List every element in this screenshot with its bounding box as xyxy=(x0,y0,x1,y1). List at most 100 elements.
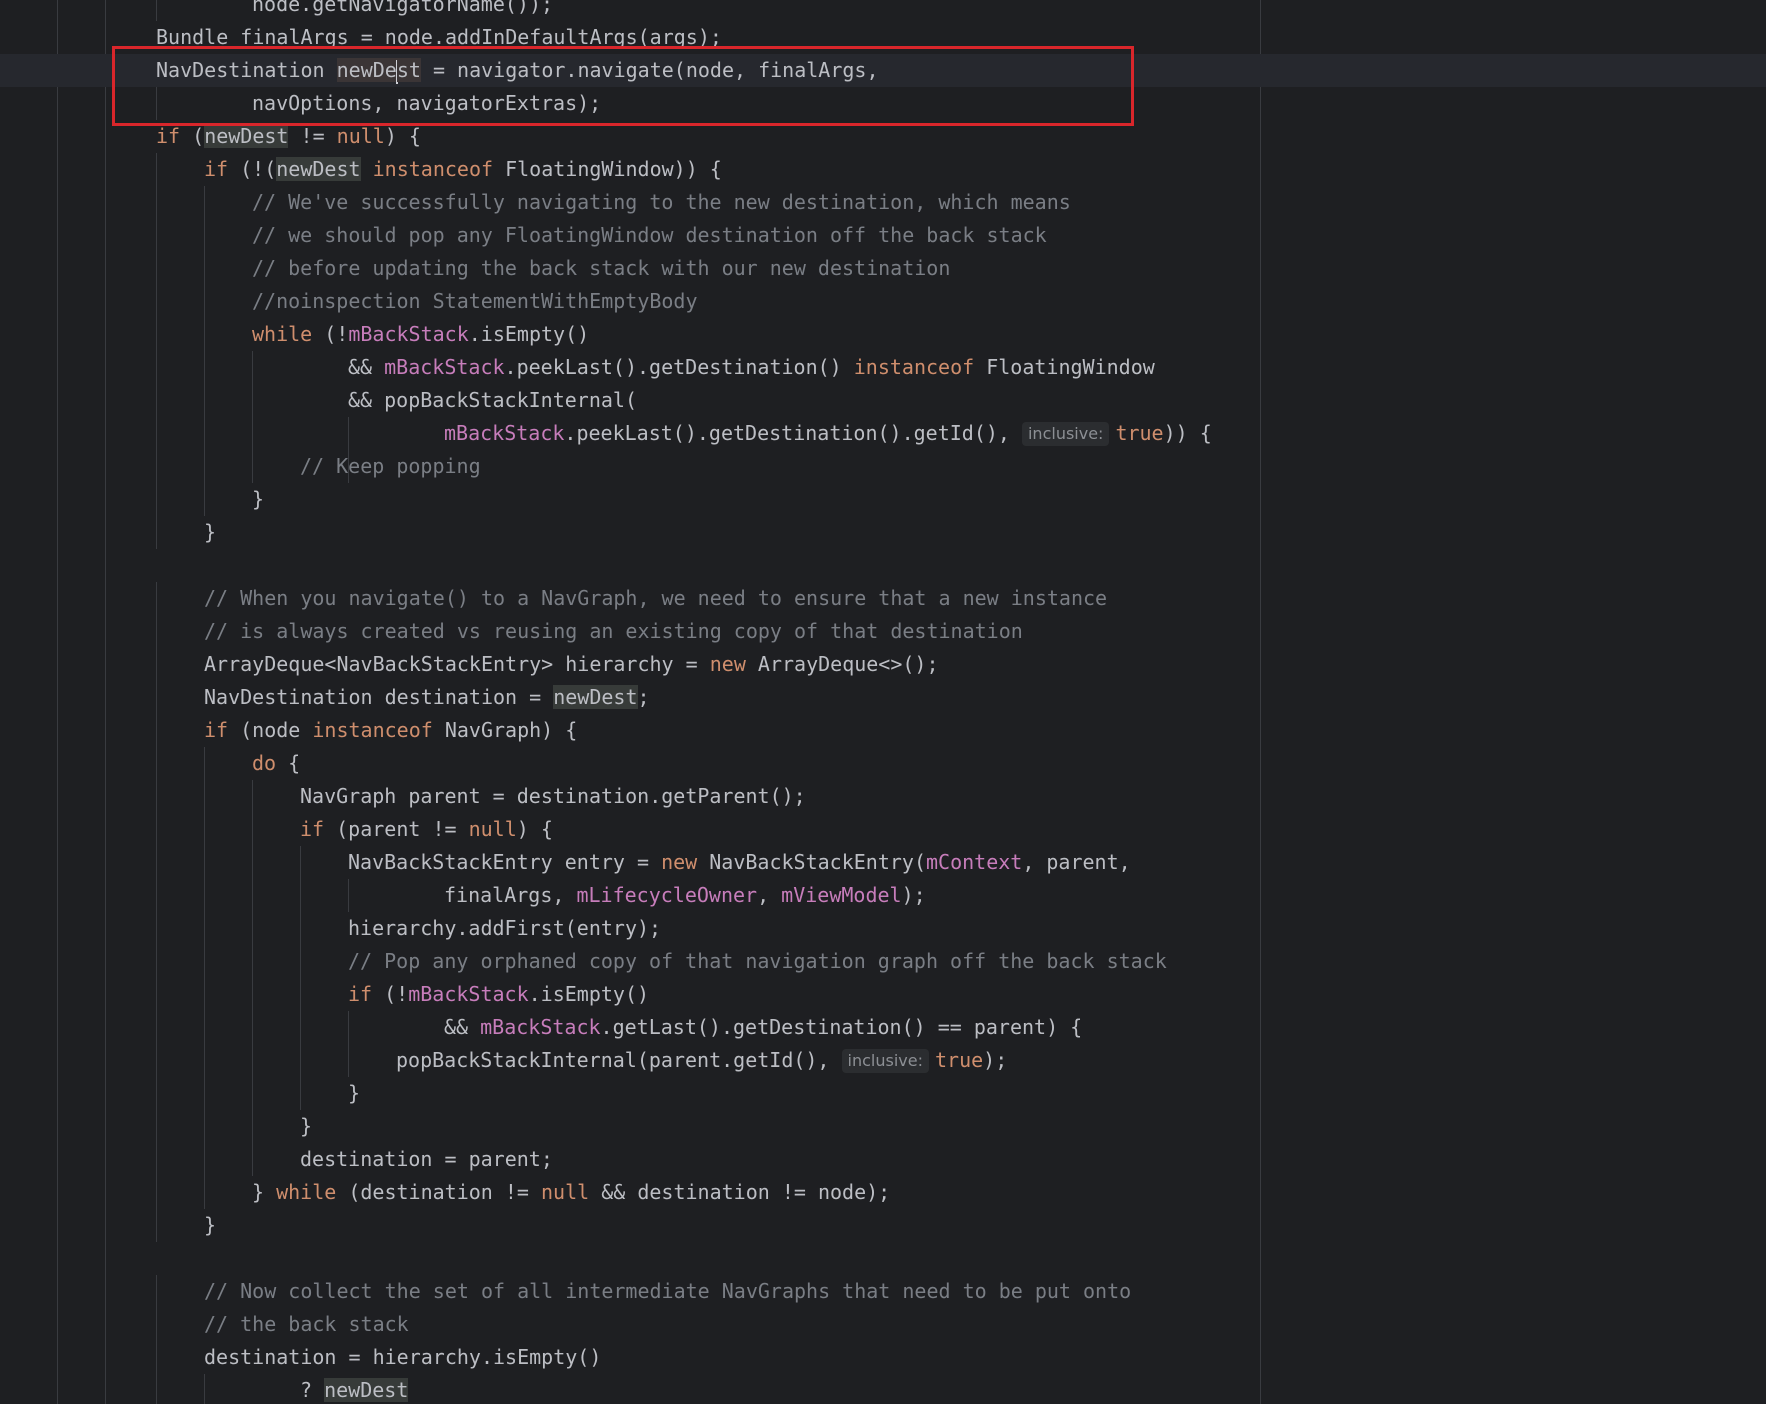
code-line[interactable]: } xyxy=(0,1077,1766,1110)
code-line[interactable]: // When you navigate() to a NavGraph, we… xyxy=(0,582,1766,615)
code-token: destination = parent; xyxy=(300,1147,553,1171)
code-line[interactable]: // Now collect the set of all intermedia… xyxy=(0,1275,1766,1308)
indent-guide xyxy=(252,780,253,813)
keyword-token: new xyxy=(709,652,746,676)
indent-guide xyxy=(204,351,205,384)
indent-guide xyxy=(252,813,253,846)
code-line[interactable]: // we should pop any FloatingWindow dest… xyxy=(0,219,1766,252)
indent-guide xyxy=(252,384,253,417)
code-line[interactable]: } xyxy=(0,516,1766,549)
indent-guide xyxy=(348,1011,349,1044)
code-token: .isEmpty() xyxy=(528,982,650,1006)
code-line[interactable]: } xyxy=(0,1209,1766,1242)
field-token: mLifecycleOwner xyxy=(576,883,758,907)
code-line[interactable] xyxy=(0,549,1766,582)
code-token: } xyxy=(300,1114,313,1138)
indent-guide xyxy=(156,1044,157,1077)
code-line[interactable]: // Keep popping xyxy=(0,450,1766,483)
indent-guide xyxy=(156,1341,157,1374)
code-line[interactable]: && popBackStackInternal( xyxy=(0,384,1766,417)
code-editor[interactable]: node.getNavigatorName()); Bundle finalArg… xyxy=(0,0,1766,1404)
indent-guide xyxy=(204,219,205,252)
code-text: if (newDest != null) { xyxy=(156,120,421,153)
code-line[interactable]: && mBackStack.peekLast().getDestination(… xyxy=(0,351,1766,384)
code-line[interactable]: hierarchy.addFirst(entry); xyxy=(0,912,1766,945)
indent-guide xyxy=(300,1011,301,1044)
code-text: do { xyxy=(252,747,300,780)
code-token: FloatingWindow xyxy=(974,355,1155,379)
comment-token: // we should pop any FloatingWindow dest… xyxy=(252,223,1047,247)
code-text: if (parent != null) { xyxy=(300,813,553,846)
indent-guide xyxy=(348,879,349,912)
code-line[interactable]: // We've successfully navigating to the … xyxy=(0,186,1766,219)
code-line[interactable]: // the back stack xyxy=(0,1308,1766,1341)
code-line[interactable]: NavGraph parent = destination.getParent(… xyxy=(0,780,1766,813)
code-text: destination = hierarchy.isEmpty() xyxy=(204,1341,601,1374)
code-line[interactable]: do { xyxy=(0,747,1766,780)
code-line[interactable]: NavDestination destination = newDest; xyxy=(0,681,1766,714)
code-line[interactable]: // Pop any orphaned copy of that navigat… xyxy=(0,945,1766,978)
indent-guide xyxy=(156,1011,157,1044)
code-token: )) { xyxy=(1163,421,1212,445)
code-line[interactable]: Bundle finalArgs = node.addInDefaultArgs… xyxy=(0,21,1766,54)
code-line[interactable]: node.getNavigatorName()); xyxy=(0,0,1766,21)
code-line[interactable]: } xyxy=(0,483,1766,516)
code-line[interactable]: navOptions, navigatorExtras); xyxy=(0,87,1766,120)
indent-guide xyxy=(252,1011,253,1044)
code-text: while (!mBackStack.isEmpty() xyxy=(252,318,589,351)
highlighted-usage-token: newDest xyxy=(553,685,638,709)
code-line[interactable]: NavBackStackEntry entry = new NavBackSta… xyxy=(0,846,1766,879)
code-text: } xyxy=(204,1209,216,1242)
code-line[interactable]: finalArgs, mLifecycleOwner, mViewModel); xyxy=(0,879,1766,912)
indent-guide xyxy=(252,1077,253,1110)
code-line[interactable]: } while (destination != null && destinat… xyxy=(0,1176,1766,1209)
code-token: (! xyxy=(312,322,349,346)
indent-guide xyxy=(204,780,205,813)
code-line[interactable]: while (!mBackStack.isEmpty() xyxy=(0,318,1766,351)
code-line[interactable]: popBackStackInternal(parent.getId(), inc… xyxy=(0,1044,1766,1077)
indent-guide xyxy=(204,846,205,879)
indent-guide xyxy=(252,978,253,1011)
code-line[interactable]: destination = parent; xyxy=(0,1143,1766,1176)
code-line[interactable]: if (!(newDest instanceof FloatingWindow)… xyxy=(0,153,1766,186)
code-token: } xyxy=(252,1180,277,1204)
code-token: , parent, xyxy=(1022,850,1131,874)
highlighted-usage-token: newDest xyxy=(204,124,289,148)
code-line[interactable]: if (node instanceof NavGraph) { xyxy=(0,714,1766,747)
code-text: // Now collect the set of all intermedia… xyxy=(204,1275,1131,1308)
code-text: finalArgs, mLifecycleOwner, mViewModel); xyxy=(444,879,926,912)
code-line[interactable]: destination = hierarchy.isEmpty() xyxy=(0,1341,1766,1374)
code-line[interactable]: if (newDest != null) { xyxy=(0,120,1766,153)
indent-guide xyxy=(156,1308,157,1341)
code-line[interactable]: ArrayDeque<NavBackStackEntry> hierarchy … xyxy=(0,648,1766,681)
code-line[interactable]: // before updating the back stack with o… xyxy=(0,252,1766,285)
indent-guide xyxy=(204,417,205,450)
keyword-token: null xyxy=(336,124,385,148)
indent-guide xyxy=(156,780,157,813)
code-text: // is always created vs reusing an exist… xyxy=(204,615,1023,648)
code-text: //noinspection StatementWithEmptyBody xyxy=(252,285,698,318)
code-line[interactable]: // is always created vs reusing an exist… xyxy=(0,615,1766,648)
code-line-current[interactable]: NavDestination newDest = navigator.navig… xyxy=(0,54,1766,87)
code-line[interactable]: if (parent != null) { xyxy=(0,813,1766,846)
code-line[interactable]: && mBackStack.getLast().getDestination()… xyxy=(0,1011,1766,1044)
code-token: NavBackStackEntry entry = xyxy=(348,850,662,874)
code-line[interactable]: ? newDest xyxy=(0,1374,1766,1404)
code-line[interactable]: //noinspection StatementWithEmptyBody xyxy=(0,285,1766,318)
code-text: NavDestination destination = newDest; xyxy=(204,681,650,714)
indent-guide xyxy=(252,1110,253,1143)
code-line[interactable]: if (!mBackStack.isEmpty() xyxy=(0,978,1766,1011)
code-text: // before updating the back stack with o… xyxy=(252,252,950,285)
field-token: mViewModel xyxy=(781,883,902,907)
code-token: ) { xyxy=(516,817,553,841)
indent-guide xyxy=(156,648,157,681)
indent-guide xyxy=(156,252,157,285)
indent-guide xyxy=(204,1176,205,1209)
indent-guide xyxy=(156,516,157,549)
code-line[interactable]: mBackStack.peekLast().getDestination().g… xyxy=(0,417,1766,450)
highlighted-usage-token: newDest xyxy=(276,157,361,181)
code-line[interactable]: } xyxy=(0,1110,1766,1143)
indent-guide xyxy=(156,417,157,450)
code-line[interactable] xyxy=(0,1242,1766,1275)
keyword-token: do xyxy=(252,751,277,775)
